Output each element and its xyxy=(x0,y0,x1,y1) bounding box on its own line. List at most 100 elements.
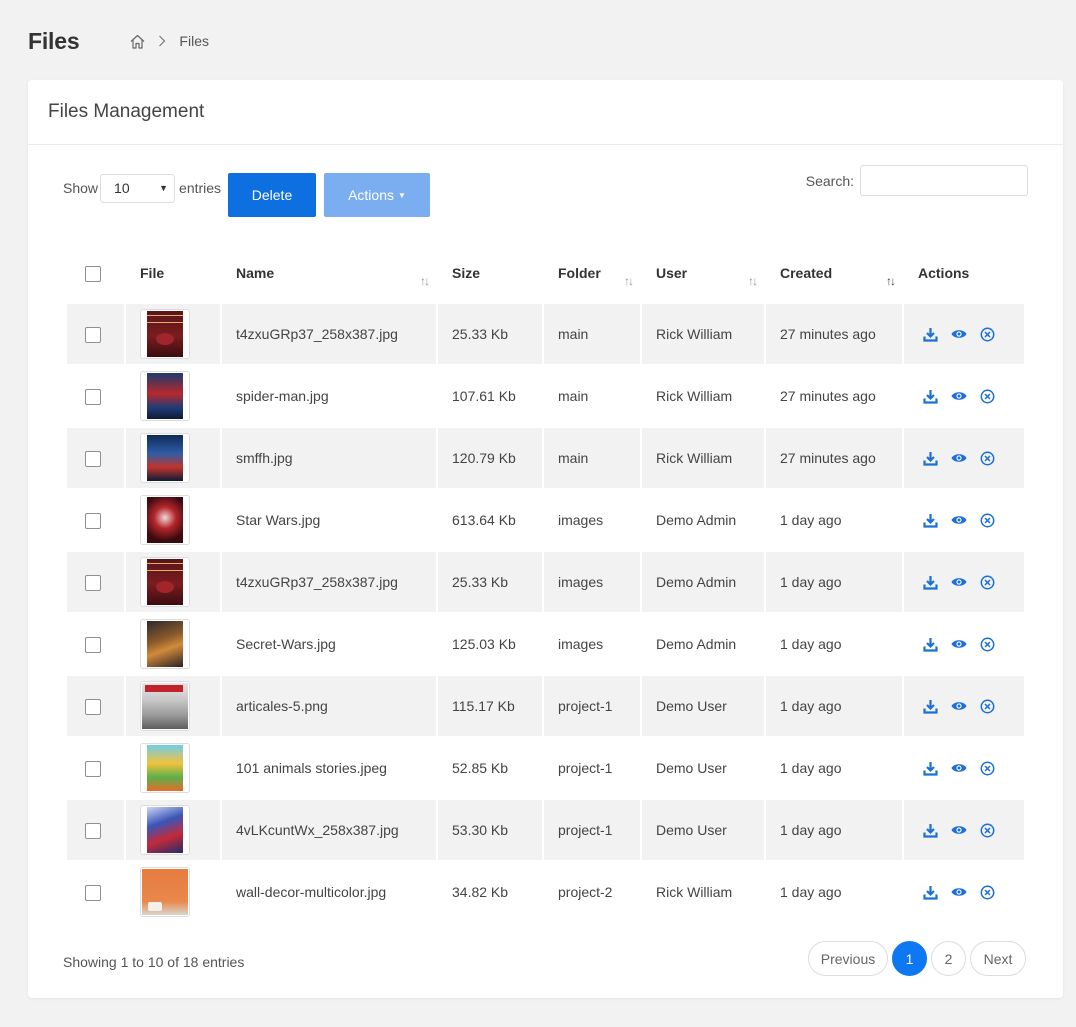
download-icon[interactable] xyxy=(923,575,938,590)
file-thumbnail[interactable] xyxy=(140,309,190,359)
file-size: 25.33 Kb xyxy=(438,304,542,364)
download-icon[interactable] xyxy=(923,637,938,652)
file-size: 53.30 Kb xyxy=(438,800,542,860)
search-input[interactable] xyxy=(860,165,1028,196)
file-size: 120.79 Kb xyxy=(438,428,542,488)
eye-icon[interactable] xyxy=(951,762,967,774)
spider-man-poster-image xyxy=(147,373,183,419)
file-thumbnail[interactable] xyxy=(140,681,190,731)
select-all-checkbox[interactable] xyxy=(85,265,101,282)
file-created: 1 day ago xyxy=(766,552,902,612)
table-row[interactable]: t4zxuGRp37_258x387.jpg 25.33 Kb images Demo… xyxy=(67,552,1024,612)
table-controls: Show 10 ▼ entries Delete Actions ▼ Searc… xyxy=(63,165,1028,217)
eye-icon[interactable] xyxy=(951,700,967,712)
file-thumbnail[interactable] xyxy=(140,619,190,669)
entries-select[interactable]: 10 ▼ xyxy=(100,173,176,203)
file-thumbnail[interactable] xyxy=(140,805,190,855)
table-row[interactable]: 4vLKcuntWx_258x387.jpg 53.30 Kb project-1 D… xyxy=(67,800,1024,860)
delete-circle-icon[interactable] xyxy=(980,699,995,714)
file-thumbnail[interactable] xyxy=(140,433,190,483)
table-row[interactable]: Star Wars.jpg 613.64 Kb images Demo Admin 1 … xyxy=(67,490,1024,550)
column-folder[interactable]: Folder ↑↓ xyxy=(544,244,640,302)
file-thumbnail[interactable] xyxy=(140,495,190,545)
row-checkbox[interactable] xyxy=(85,326,101,343)
download-icon[interactable] xyxy=(923,823,938,838)
row-checkbox[interactable] xyxy=(85,822,101,839)
breadcrumb-current: Files xyxy=(179,33,209,49)
sort-icon: ↑↓ xyxy=(886,274,896,288)
previous-page-button[interactable]: Previous xyxy=(808,941,888,976)
eye-icon[interactable] xyxy=(951,824,967,836)
sort-icon: ↑↓ xyxy=(624,274,634,288)
row-checkbox[interactable] xyxy=(85,450,101,467)
eye-icon[interactable] xyxy=(951,328,967,340)
delete-circle-icon[interactable] xyxy=(980,327,995,342)
animals-stories-cover-image xyxy=(147,745,183,791)
row-checkbox[interactable] xyxy=(85,636,101,653)
entries-control: Show 10 ▼ entries xyxy=(63,173,221,203)
column-size: Size xyxy=(452,265,481,281)
download-icon[interactable] xyxy=(923,451,938,466)
page-button-1[interactable]: 1 xyxy=(892,941,927,976)
eye-icon[interactable] xyxy=(951,452,967,464)
delete-circle-icon[interactable] xyxy=(980,389,995,404)
eye-icon[interactable] xyxy=(951,638,967,650)
row-checkbox[interactable] xyxy=(85,698,101,715)
download-icon[interactable] xyxy=(923,885,938,900)
spider-man-far-from-home-poster-image xyxy=(147,435,183,481)
download-icon[interactable] xyxy=(923,389,938,404)
row-checkbox[interactable] xyxy=(85,388,101,405)
delete-circle-icon[interactable] xyxy=(980,761,995,776)
delete-circle-icon[interactable] xyxy=(980,823,995,838)
row-select-cell xyxy=(67,614,124,674)
eye-icon[interactable] xyxy=(951,886,967,898)
download-icon[interactable] xyxy=(923,761,938,776)
chevron-right-icon xyxy=(158,35,166,47)
download-icon[interactable] xyxy=(923,327,938,342)
table-row[interactable]: t4zxuGRp37_258x387.jpg 25.33 Kb main Rick W… xyxy=(67,304,1024,364)
next-page-button[interactable]: Next xyxy=(970,941,1026,976)
eye-icon[interactable] xyxy=(951,576,967,588)
row-checkbox[interactable] xyxy=(85,760,101,777)
table-row[interactable]: articales-5.png 115.17 Kb project-1 Demo Us… xyxy=(67,676,1024,736)
table-row[interactable]: Secret-Wars.jpg 125.03 Kb images Demo Admin… xyxy=(67,614,1024,674)
table-row[interactable]: wall-decor-multicolor.jpg 34.82 Kb project… xyxy=(67,862,1024,922)
table-row[interactable]: smffh.jpg 120.79 Kb main Rick William 27 min… xyxy=(67,428,1024,488)
delete-button[interactable]: Delete xyxy=(228,173,316,217)
eye-icon[interactable] xyxy=(951,390,967,402)
page-button-2[interactable]: 2 xyxy=(931,941,966,976)
row-checkbox[interactable] xyxy=(85,884,101,901)
file-thumbnail[interactable] xyxy=(140,867,190,917)
column-user[interactable]: User ↑↓ xyxy=(642,244,764,302)
row-checkbox[interactable] xyxy=(85,574,101,591)
file-thumbnail-cell xyxy=(126,614,220,674)
actions-dropdown-button[interactable]: Actions ▼ xyxy=(324,173,430,217)
download-icon[interactable] xyxy=(923,699,938,714)
delete-circle-icon[interactable] xyxy=(980,885,995,900)
row-select-cell xyxy=(67,366,124,426)
harry-potter-cover-image xyxy=(147,311,183,357)
file-thumbnail[interactable] xyxy=(140,371,190,421)
delete-circle-icon[interactable] xyxy=(980,575,995,590)
delete-circle-icon[interactable] xyxy=(980,637,995,652)
harry-potter-cover-image xyxy=(147,559,183,605)
file-user: Demo User xyxy=(642,800,764,860)
eye-icon[interactable] xyxy=(951,514,967,526)
file-thumbnail-cell xyxy=(126,738,220,798)
file-thumbnail-cell xyxy=(126,552,220,612)
table-row[interactable]: 101 animals stories.jpeg 52.85 Kb project-… xyxy=(67,738,1024,798)
delete-circle-icon[interactable] xyxy=(980,451,995,466)
file-user: Demo User xyxy=(656,760,727,776)
column-created[interactable]: Created ↑↓ xyxy=(766,244,902,302)
row-checkbox[interactable] xyxy=(85,512,101,529)
table-row[interactable]: spider-man.jpg 107.61 Kb main Rick William 2… xyxy=(67,366,1024,426)
delete-circle-icon[interactable] xyxy=(980,513,995,528)
column-name[interactable]: Name ↑↓ xyxy=(222,244,436,302)
column-user-label: User xyxy=(656,265,688,281)
file-created: 1 day ago xyxy=(780,636,842,652)
home-icon[interactable] xyxy=(129,33,146,50)
file-thumbnail[interactable] xyxy=(140,743,190,793)
file-created: 1 day ago xyxy=(780,760,842,776)
download-icon[interactable] xyxy=(923,513,938,528)
file-thumbnail[interactable] xyxy=(140,557,190,607)
